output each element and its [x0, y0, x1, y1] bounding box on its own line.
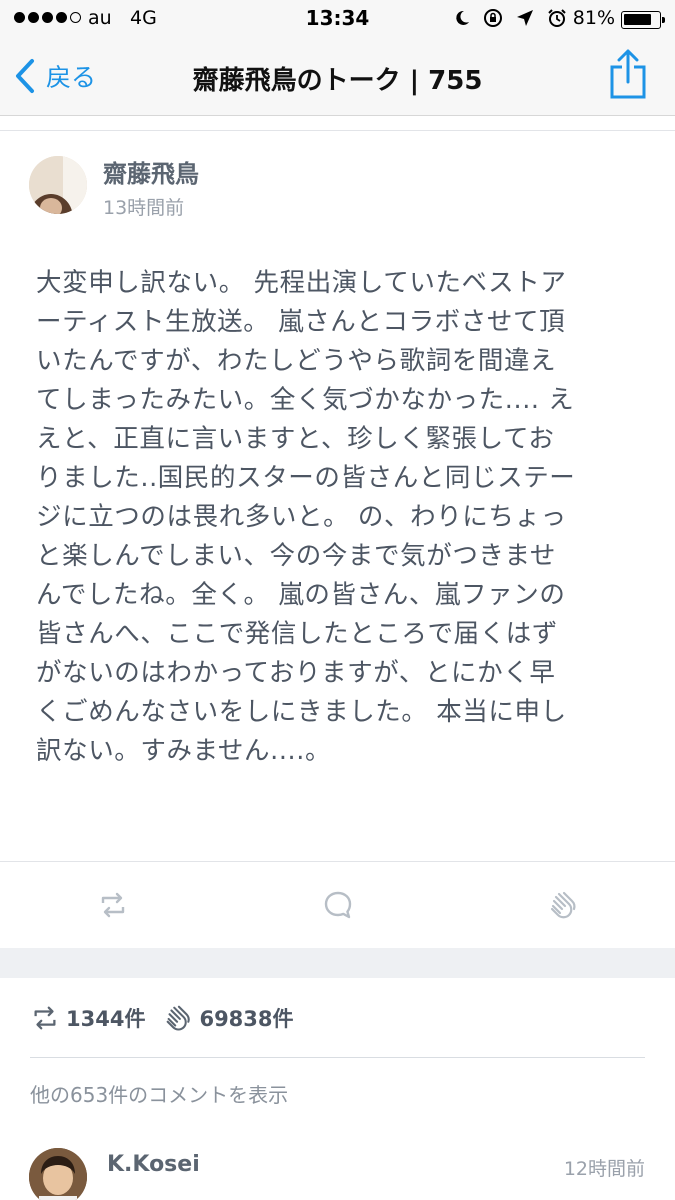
post-line: 訳ない。すみません....。	[36, 736, 332, 766]
post-body: 大変申し訳ない。 先程出演していたベストア ーティスト生放送。 嵐さんとコラボさ…	[36, 264, 636, 771]
location-arrow-icon	[517, 10, 533, 26]
post-header: 齋藤飛鳥 13時間前	[0, 132, 675, 232]
status-icons	[451, 8, 567, 28]
post-line: 大変申し訳ない。 先程出演していたベストア	[36, 268, 567, 298]
share-icon[interactable]	[609, 48, 647, 100]
commenter-avatar[interactable]	[29, 1148, 87, 1200]
moon-icon	[456, 10, 469, 25]
post-action-bar	[0, 862, 675, 948]
post-stats: 1344件 69838件	[30, 1000, 312, 1036]
clap-count[interactable]: 69838件	[163, 1003, 294, 1033]
clap-icon	[550, 891, 575, 919]
repost-icon	[101, 892, 124, 918]
post-line: くごめんなさいをしにきました。 本当に申し	[36, 697, 567, 727]
divider	[30, 1057, 645, 1058]
post-line: んでしたね。全く。 嵐の皆さん、嵐ファンの	[36, 580, 566, 610]
post-line: えと、正直に言いますと、珍しく緊張してお	[36, 424, 555, 454]
post-line: 皆さんへ、ここで発信したところで届くはず	[36, 619, 559, 649]
post-timestamp: 13時間前	[103, 197, 185, 219]
alarm-icon	[548, 9, 566, 27]
header-spacer	[0, 117, 675, 131]
commenter-name[interactable]: K.Kosei	[107, 1152, 200, 1177]
post-line: がないのはわかっておりますが、とにかく早	[36, 658, 556, 688]
comment-item: K.Kosei 12時間前	[0, 1140, 675, 1200]
rotation-lock-icon	[484, 9, 502, 27]
comment-button[interactable]	[225, 862, 450, 948]
page-title: 齋藤飛鳥のトーク | 755	[192, 66, 483, 96]
show-more-comments-link[interactable]: 他の653件のコメントを表示	[30, 1079, 288, 1108]
author-avatar[interactable]	[29, 156, 87, 214]
status-bar: au 4G 13:34 81%	[0, 0, 675, 38]
comment-bubble-icon	[324, 891, 351, 919]
repost-icon	[34, 1006, 56, 1030]
repost-count-label: 1344件	[66, 1007, 146, 1031]
post-line: りました..国民的スターの皆さんと同じステー	[36, 463, 576, 493]
post-line: てしまったみたい。全く気づかなかった.... え	[36, 385, 575, 415]
post-author-name[interactable]: 齋藤飛鳥	[103, 154, 199, 189]
post-line: ジに立つのは畏れ多いと。 の、わりにちょっ	[36, 502, 567, 532]
battery-level-fill	[624, 14, 651, 25]
navigation-bar: 戻る 齋藤飛鳥のトーク | 755	[0, 38, 675, 116]
repost-button[interactable]	[0, 862, 225, 948]
battery-percent: 81%	[572, 7, 615, 29]
post-line: いたんですが、わたしどうやら歌詞を間違え	[36, 346, 557, 376]
clap-icon	[167, 1005, 191, 1031]
post-line: ーティスト生放送。 嵐さんとコラボさせて頂	[36, 307, 566, 337]
section-gap	[0, 948, 675, 978]
repost-count[interactable]: 1344件	[30, 1003, 145, 1033]
clap-count-label: 69838件	[199, 1007, 294, 1031]
clap-button[interactable]	[450, 862, 675, 948]
post-line: と楽しんでしまい、今の今まで気がつきませ	[36, 541, 556, 571]
comment-timestamp: 12時間前	[563, 1158, 645, 1180]
battery-icon	[621, 11, 665, 29]
